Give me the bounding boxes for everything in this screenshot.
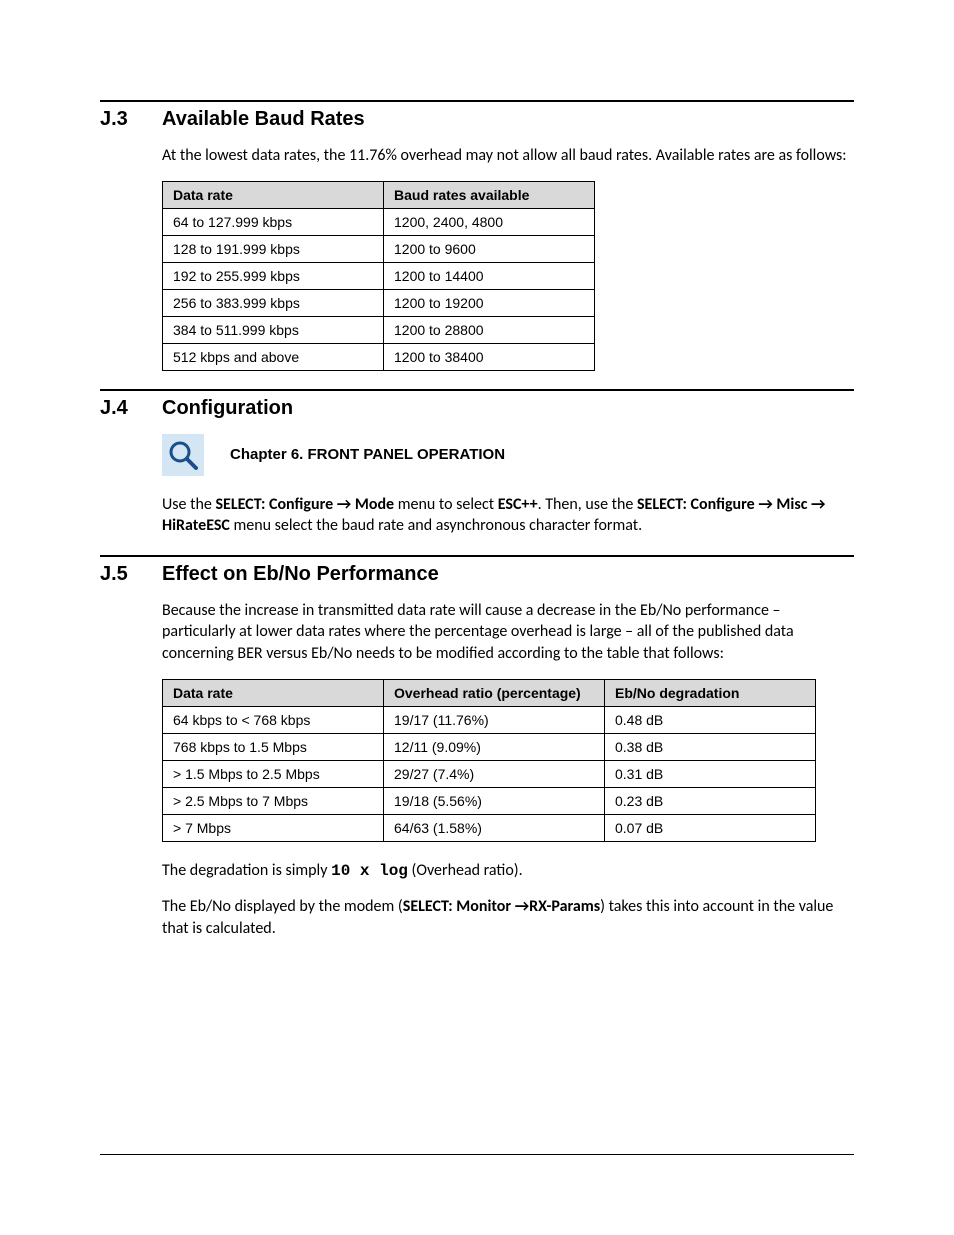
- section-rule: [100, 555, 854, 557]
- paragraph: Use the SELECT: Configure → Mode menu to…: [162, 494, 854, 537]
- paragraph: At the lowest data rates, the 11.76% ove…: [162, 145, 854, 167]
- table-row: 64 kbps to < 768 kbps19/17 (11.76%)0.48 …: [163, 706, 816, 733]
- table-header-row: Data rate Overhead ratio (percentage) Eb…: [163, 679, 816, 706]
- table-cell: 1200 to 9600: [384, 235, 595, 262]
- table-cell: 0.38 dB: [605, 733, 816, 760]
- section-title: Available Baud Rates: [162, 108, 365, 131]
- reference-row: Chapter 6. FRONT PANEL OPERATION: [162, 434, 854, 476]
- table-cell: 1200, 2400, 4800: [384, 208, 595, 235]
- col-header: Data rate: [163, 181, 384, 208]
- table-row: > 1.5 Mbps to 2.5 Mbps29/27 (7.4%)0.31 d…: [163, 760, 816, 787]
- table-row: > 2.5 Mbps to 7 Mbps19/18 (5.56%)0.23 dB: [163, 787, 816, 814]
- table-cell: 0.23 dB: [605, 787, 816, 814]
- ebno-table: Data rate Overhead ratio (percentage) Eb…: [162, 679, 816, 842]
- section-number: J.3: [100, 108, 162, 131]
- table-cell: 768 kbps to 1.5 Mbps: [163, 733, 384, 760]
- table-cell: 384 to 511.999 kbps: [163, 316, 384, 343]
- table-row: 64 to 127.999 kbps1200, 2400, 4800: [163, 208, 595, 235]
- table-cell: 0.31 dB: [605, 760, 816, 787]
- table-cell: 192 to 255.999 kbps: [163, 262, 384, 289]
- table-cell: 0.07 dB: [605, 814, 816, 841]
- magnifier-icon: [162, 434, 204, 476]
- section-heading-j4: J.4 Configuration: [100, 397, 854, 420]
- table-cell: 64 kbps to < 768 kbps: [163, 706, 384, 733]
- table-cell: 1200 to 38400: [384, 343, 595, 370]
- section-rule: [100, 389, 854, 391]
- table-cell: 1200 to 28800: [384, 316, 595, 343]
- col-header: Eb/No degradation: [605, 679, 816, 706]
- table-cell: 512 kbps and above: [163, 343, 384, 370]
- table-cell: 29/27 (7.4%): [384, 760, 605, 787]
- table-row: 192 to 255.999 kbps1200 to 14400: [163, 262, 595, 289]
- table-cell: 19/17 (11.76%): [384, 706, 605, 733]
- section-title: Effect on Eb/No Performance: [162, 563, 439, 586]
- document-page: J.3 Available Baud Rates At the lowest d…: [0, 0, 954, 1235]
- section-body-j5: Because the increase in transmitted data…: [162, 600, 854, 940]
- paragraph: The degradation is simply 10 x log (Over…: [162, 860, 854, 883]
- section-heading-j3: J.3 Available Baud Rates: [100, 108, 854, 131]
- table-cell: 1200 to 19200: [384, 289, 595, 316]
- table-cell: 0.48 dB: [605, 706, 816, 733]
- table-cell: > 1.5 Mbps to 2.5 Mbps: [163, 760, 384, 787]
- col-header: Data rate: [163, 679, 384, 706]
- table-cell: 64/63 (1.58%): [384, 814, 605, 841]
- paragraph: Because the increase in transmitted data…: [162, 600, 854, 665]
- table-row: 384 to 511.999 kbps1200 to 28800: [163, 316, 595, 343]
- table-row: > 7 Mbps64/63 (1.58%)0.07 dB: [163, 814, 816, 841]
- table-row: 512 kbps and above1200 to 38400: [163, 343, 595, 370]
- table-header-row: Data rate Baud rates available: [163, 181, 595, 208]
- table-cell: 19/18 (5.56%): [384, 787, 605, 814]
- table-row: 256 to 383.999 kbps1200 to 19200: [163, 289, 595, 316]
- footer-rule: [100, 1154, 854, 1155]
- table-cell: 256 to 383.999 kbps: [163, 289, 384, 316]
- section-body-j4: Chapter 6. FRONT PANEL OPERATION Use the…: [162, 434, 854, 537]
- baud-rate-table: Data rate Baud rates available 64 to 127…: [162, 181, 595, 371]
- col-header: Overhead ratio (percentage): [384, 679, 605, 706]
- section-number: J.5: [100, 563, 162, 586]
- table-cell: 64 to 127.999 kbps: [163, 208, 384, 235]
- table-row: 768 kbps to 1.5 Mbps12/11 (9.09%)0.38 dB: [163, 733, 816, 760]
- section-rule: [100, 100, 854, 102]
- table-cell: 12/11 (9.09%): [384, 733, 605, 760]
- table-cell: 128 to 191.999 kbps: [163, 235, 384, 262]
- col-header: Baud rates available: [384, 181, 595, 208]
- section-body-j3: At the lowest data rates, the 11.76% ove…: [162, 145, 854, 371]
- table-cell: > 7 Mbps: [163, 814, 384, 841]
- table-cell: 1200 to 14400: [384, 262, 595, 289]
- section-number: J.4: [100, 397, 162, 420]
- paragraph: The Eb/No displayed by the modem (SELECT…: [162, 896, 854, 939]
- reference-text: Chapter 6. FRONT PANEL OPERATION: [230, 446, 505, 463]
- section-heading-j5: J.5 Effect on Eb/No Performance: [100, 563, 854, 586]
- table-row: 128 to 191.999 kbps1200 to 9600: [163, 235, 595, 262]
- section-title: Configuration: [162, 397, 293, 420]
- table-cell: > 2.5 Mbps to 7 Mbps: [163, 787, 384, 814]
